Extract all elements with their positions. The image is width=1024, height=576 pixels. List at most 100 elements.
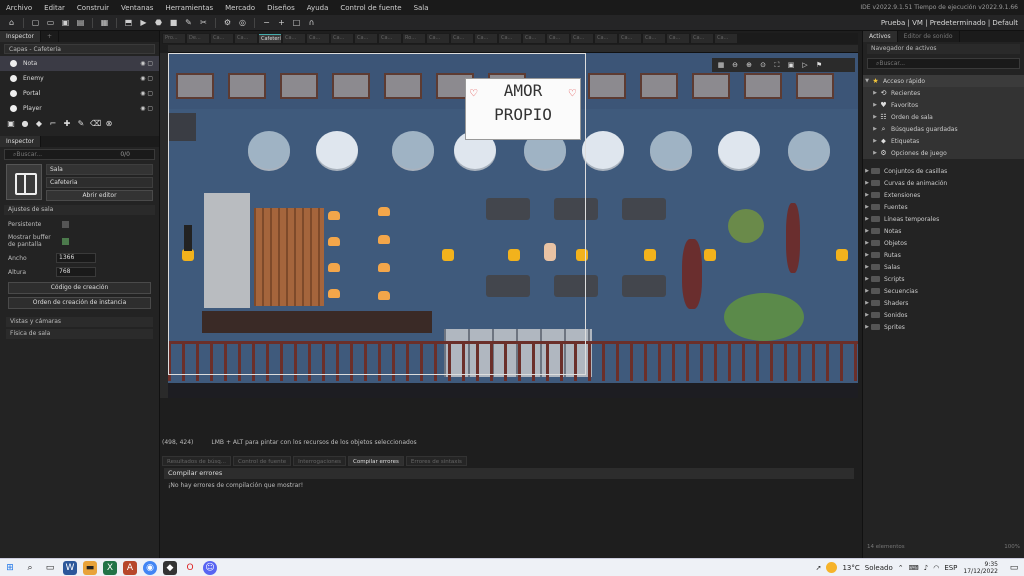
editor-tab[interactable]: Ca... <box>547 34 569 43</box>
zoom-in-icon[interactable]: ⊕ <box>744 61 754 69</box>
editor-tab[interactable]: Pro... <box>163 34 185 43</box>
editor-tab[interactable]: Ca... <box>523 34 545 43</box>
layer-item[interactable]: Player ◉ ▢ <box>0 101 159 116</box>
tab-assets[interactable]: Activos <box>863 31 898 42</box>
room-physics-section[interactable]: Física de sala <box>6 329 153 339</box>
layer-item[interactable]: Nota ◉ ▢ <box>0 56 159 71</box>
save-icon[interactable]: ▣ <box>60 17 71 28</box>
word-icon[interactable]: W <box>63 560 77 575</box>
clean-icon[interactable]: ✎ <box>183 17 194 28</box>
fire-marker[interactable] <box>644 249 656 261</box>
folder-item[interactable]: ▶ Scripts <box>863 273 1024 285</box>
folder-item[interactable]: ▶ Shaders <box>863 297 1024 309</box>
clock[interactable]: 9:35 17/12/2022 <box>963 561 1004 575</box>
room-name-field[interactable]: Cafeteria <box>46 177 153 188</box>
keyboard-icon[interactable]: ⌨ <box>909 564 919 572</box>
tab-search-results[interactable]: Resultados de búsq... <box>162 456 232 466</box>
target-selector[interactable]: Prueba | VM | Predeterminado | Default <box>881 19 1024 27</box>
chrome-icon[interactable]: ◉ <box>143 560 157 575</box>
editor-tab[interactable]: De... <box>187 34 209 43</box>
editor-tab[interactable]: Ca... <box>571 34 593 43</box>
menu-mercado[interactable]: Mercado <box>219 4 261 12</box>
menu-archivo[interactable]: Archivo <box>0 4 38 12</box>
folder-item[interactable]: ▶ Curvas de animación <box>863 177 1024 189</box>
editor-tab[interactable]: Ca... <box>235 34 257 43</box>
path-layer-icon[interactable]: ⌐ <box>48 119 58 129</box>
editor-tab[interactable]: Ca... <box>379 34 401 43</box>
menu-sala[interactable]: Sala <box>408 4 435 12</box>
asset-layer-icon[interactable]: ✚ <box>62 119 72 129</box>
search-icon[interactable]: ⌕ <box>23 561 37 575</box>
layer-settings-icon[interactable]: ⊗ <box>104 119 114 129</box>
tab-source-control[interactable]: Control de fuente <box>233 456 292 466</box>
eye-icon[interactable]: ◉ ▢ <box>140 105 153 112</box>
play-icon[interactable]: ▷ <box>800 61 810 69</box>
menu-editar[interactable]: Editar <box>38 4 71 12</box>
folder-item[interactable]: ▶ Objetos <box>863 237 1024 249</box>
height-input[interactable]: 768 <box>56 267 96 277</box>
stop-icon[interactable]: ■ <box>168 17 179 28</box>
zoom-out-icon[interactable]: ⊖ <box>730 61 740 69</box>
zoom-reset-icon[interactable]: ⊙ <box>758 61 768 69</box>
editor-tab[interactable]: Ca... <box>475 34 497 43</box>
wifi-icon[interactable]: ◠ <box>933 564 939 572</box>
quick-item-tags[interactable]: ▶ ⬥ Etiquetas <box>863 135 1024 147</box>
open-folder-icon[interactable]: ▭ <box>45 17 56 28</box>
asset-zoom[interactable]: 100% <box>1004 544 1020 550</box>
tab-sound-editor[interactable]: Editor de sonido <box>897 31 960 42</box>
save-all-icon[interactable]: ▤ <box>75 17 86 28</box>
filter-layer-icon[interactable]: ✎ <box>76 119 86 129</box>
debug-icon[interactable]: ⬣ <box>153 17 164 28</box>
folder-item[interactable]: ▶ Rutas <box>863 249 1024 261</box>
layers-header[interactable]: Capas - Cafetería <box>4 44 155 54</box>
menu-construir[interactable]: Construir <box>71 4 115 12</box>
notification-icon[interactable]: ▭ <box>1007 561 1021 575</box>
package-icon[interactable]: ▦ <box>99 17 110 28</box>
editor-tab[interactable]: Ro... <box>403 34 425 43</box>
settings-icon[interactable]: ⚙ <box>222 17 233 28</box>
new-file-icon[interactable]: ▢ <box>30 17 41 28</box>
menu-control-fuente[interactable]: Control de fuente <box>334 4 407 12</box>
tab-compile-errors[interactable]: Compilar errores <box>347 456 404 466</box>
quick-item-saved-searches[interactable]: ▶ ⌕ Búsquedas guardadas <box>863 123 1024 135</box>
tile-layer-icon[interactable]: ◆ <box>34 119 44 129</box>
folder-item[interactable]: ▶ Notas <box>863 225 1024 237</box>
language-indicator[interactable]: ESP <box>944 564 957 572</box>
add-tab-button[interactable]: + <box>41 31 60 42</box>
file-explorer-icon[interactable]: ▬ <box>83 560 97 575</box>
instance-order-button[interactable]: Orden de creación de instancia <box>8 297 151 309</box>
camera-icon[interactable]: ▣ <box>786 61 796 69</box>
fire-marker[interactable] <box>836 249 848 261</box>
amor-propio-sign[interactable]: ♡ ♡ AMOR PROPIO <box>465 78 581 140</box>
editor-tab[interactable]: Ca... <box>355 34 377 43</box>
clear-buffer-checkbox[interactable] <box>62 237 69 245</box>
quick-access[interactable]: ▼ ★ Acceso rápido <box>863 75 1024 87</box>
editor-tab[interactable]: Ca... <box>595 34 617 43</box>
quick-item-game-options[interactable]: ▶ ⚙ Opciones de juego <box>863 147 1024 159</box>
discord-icon[interactable]: ☺ <box>203 560 217 575</box>
eye-icon[interactable]: ◉ ▢ <box>140 75 153 82</box>
editor-tab[interactable]: Ca... <box>667 34 689 43</box>
tray-chevron-icon[interactable]: ⌃ <box>898 564 904 572</box>
folder-item[interactable]: ▶ Líneas temporales <box>863 213 1024 225</box>
editor-tab[interactable]: Ca... <box>307 34 329 43</box>
creation-code-button[interactable]: Código de creación <box>8 282 151 294</box>
editor-tab[interactable]: Ca... <box>643 34 665 43</box>
menu-ayuda[interactable]: Ayuda <box>301 4 335 12</box>
zoom-out-icon[interactable]: − <box>261 17 272 28</box>
editor-tab[interactable]: Ca... <box>283 34 305 43</box>
editor-tab[interactable]: Ca... <box>211 34 233 43</box>
tab-breakpoints[interactable]: Interrogaciones <box>293 456 346 466</box>
clean-cache-icon[interactable]: ✂ <box>198 17 209 28</box>
build-icon[interactable]: ⬒ <box>123 17 134 28</box>
editor-tab[interactable]: Ca... <box>499 34 521 43</box>
magnet-icon[interactable]: ∩ <box>306 17 317 28</box>
home-icon[interactable]: ⌂ <box>6 17 17 28</box>
menu-ventanas[interactable]: Ventanas <box>115 4 159 12</box>
windows-start-icon[interactable]: ⊞ <box>3 561 17 575</box>
tab-inspector[interactable]: Inspector <box>0 31 41 42</box>
quick-item-recent[interactable]: ▶ ⟲ Recientes <box>863 87 1024 99</box>
quick-item-favorites[interactable]: ▶ ♥ Favoritos <box>863 99 1024 111</box>
tab-syntax-errors[interactable]: Errores de sintaxis <box>405 456 467 466</box>
grid-icon[interactable]: ▦ <box>716 61 726 69</box>
